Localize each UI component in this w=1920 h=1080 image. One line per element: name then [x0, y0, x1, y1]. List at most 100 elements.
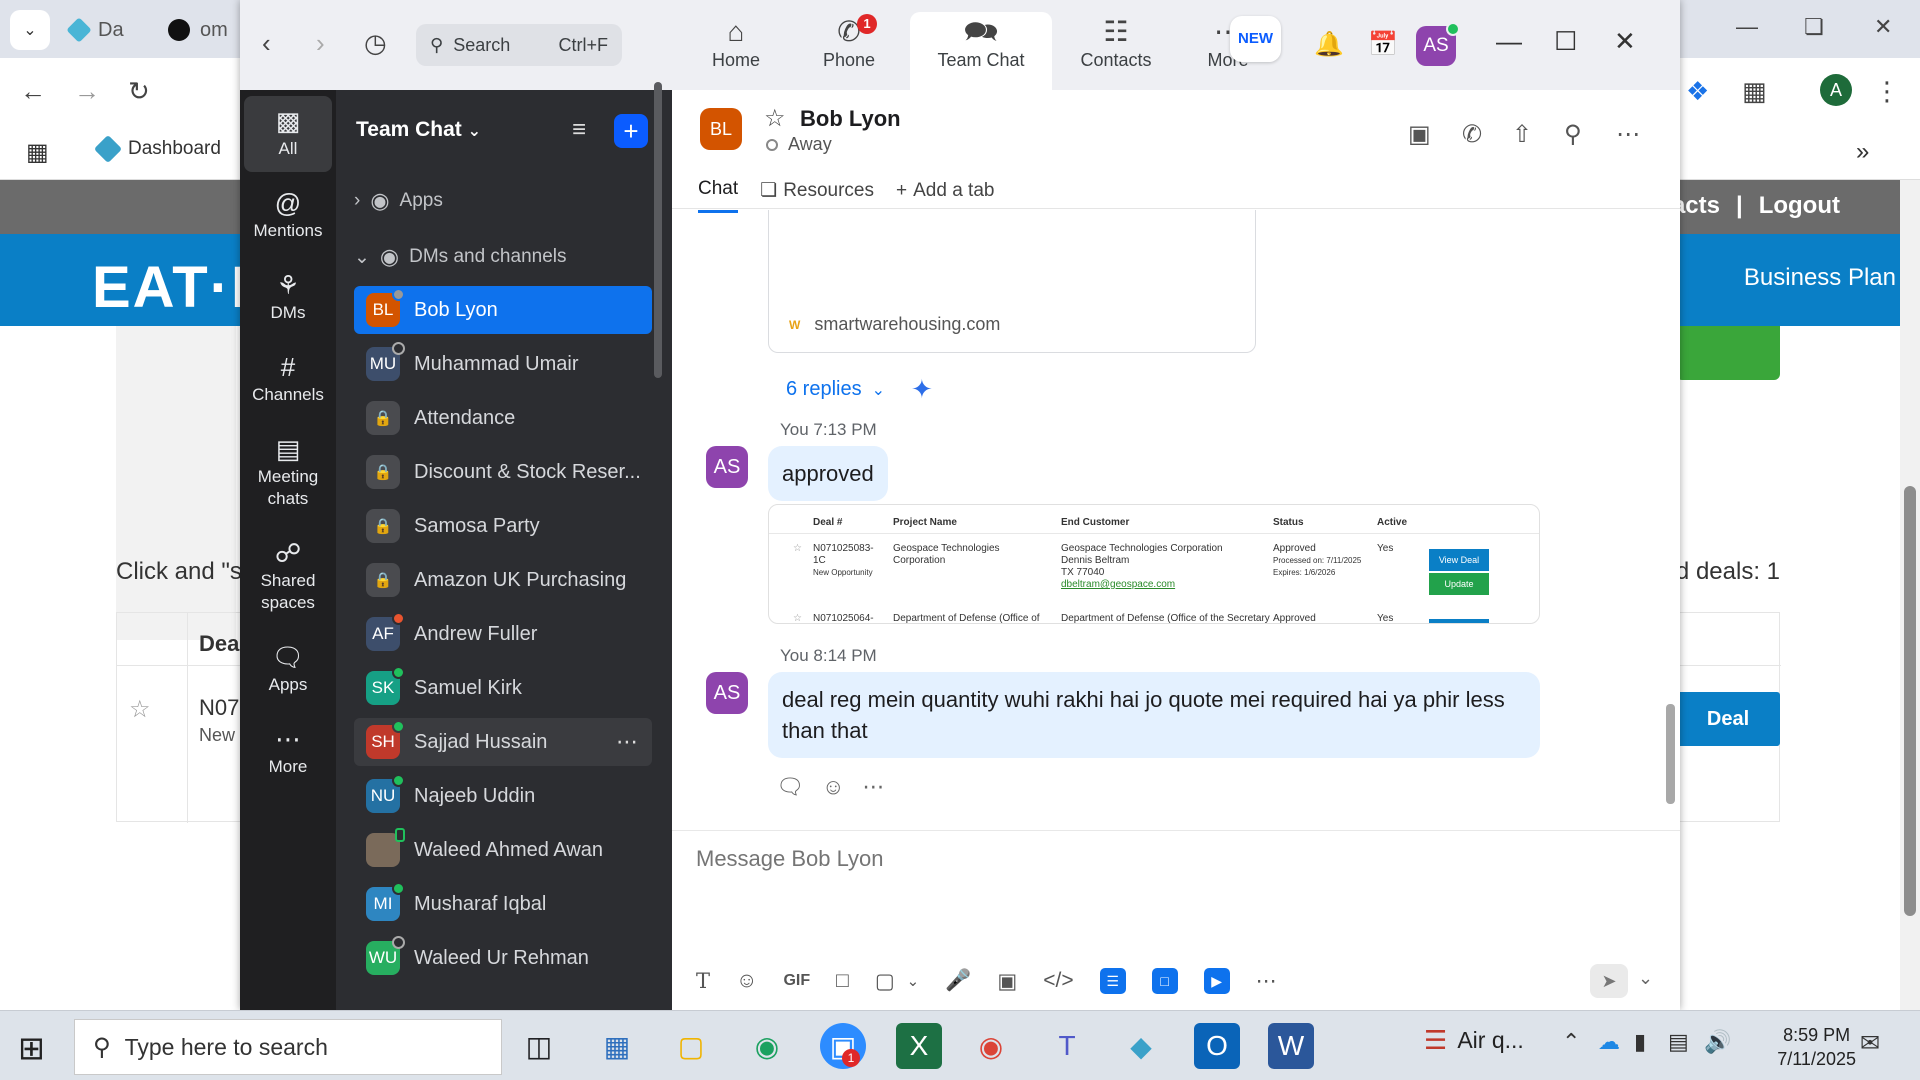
contact-avatar[interactable]: BL: [700, 108, 742, 150]
link-site[interactable]: W smartwarehousing.com: [789, 314, 1000, 335]
chevron-down-icon[interactable]: ⌄: [907, 972, 920, 990]
page-scrollbar-thumb[interactable]: [1904, 486, 1916, 916]
filter-icon[interactable]: ≡: [572, 116, 586, 144]
microphone-icon[interactable]: 🎤: [945, 969, 971, 993]
section-dms-and-channels[interactable]: ⌄ ◉ DMs and channels: [354, 244, 567, 270]
send-options-chevron-icon[interactable]: ⌄: [1638, 968, 1653, 989]
docs-app-icon[interactable]: ☰: [1099, 968, 1126, 994]
tab-more[interactable]: ⋯ NEW More: [1172, 12, 1284, 90]
channel-item-discount-stock[interactable]: 🔒 Discount & Stock Reser...: [354, 448, 652, 496]
gif-icon[interactable]: GIF: [783, 972, 810, 990]
edge-browser-icon[interactable]: ◉: [744, 1023, 790, 1069]
history-icon[interactable]: ◷: [364, 28, 387, 59]
phone-call-icon[interactable]: ✆: [1462, 120, 1482, 149]
channel-list-title[interactable]: Team Chat ⌄: [356, 118, 481, 142]
profile-avatar[interactable]: A: [1820, 74, 1852, 106]
more-options-icon[interactable]: ⋯: [1616, 120, 1640, 149]
reply-thread-icon[interactable]: 🗨: [776, 774, 804, 800]
logout-link[interactable]: Logout: [1759, 192, 1840, 220]
screen-share-icon[interactable]: ⇧: [1512, 120, 1532, 149]
minimize-icon[interactable]: —: [1496, 26, 1522, 57]
windows-start-icon[interactable]: ⊞: [18, 1029, 45, 1067]
onedrive-cloud-icon[interactable]: ☁: [1598, 1029, 1620, 1055]
browser-close-icon[interactable]: ✕: [1874, 14, 1892, 40]
rail-shared-spaces[interactable]: ☍ Shared spaces: [244, 528, 332, 614]
taskbar-clock[interactable]: 8:59 PM 7/11/2025: [1777, 1023, 1856, 1071]
channel-item-sajjad-hussain[interactable]: SH Sajjad Hussain ⋯: [354, 718, 652, 766]
video-camera-icon[interactable]: ▣: [1408, 120, 1431, 149]
message-avatar[interactable]: AS: [706, 672, 748, 714]
tab-home[interactable]: ⌂ Home: [680, 12, 792, 90]
browser-restore-icon[interactable]: ❏: [1804, 14, 1824, 40]
business-plan-link[interactable]: Business Plan: [1744, 264, 1896, 292]
thread-replies-link[interactable]: 6 replies ⌄ ✦: [786, 374, 933, 405]
star-icon[interactable]: ☆: [764, 104, 786, 133]
chrome-icon[interactable]: ◉: [968, 1023, 1014, 1069]
video-message-icon[interactable]: ▣: [997, 969, 1017, 994]
attachment-screenshot-image[interactable]: Deal # Project Name End Customer Status …: [768, 504, 1540, 624]
more-options-icon[interactable]: ⋯: [616, 729, 638, 755]
code-snippet-icon[interactable]: </>: [1043, 969, 1073, 993]
star-icon[interactable]: ☆: [129, 695, 151, 724]
send-icon[interactable]: ➤: [1590, 964, 1628, 998]
channel-list-scrollbar[interactable]: [654, 82, 662, 378]
screenshot-icon[interactable]: ▢: [875, 969, 895, 994]
word-icon[interactable]: W: [1268, 1023, 1314, 1069]
ai-sparkle-icon[interactable]: ✦: [911, 374, 933, 405]
forward-chevron-icon[interactable]: ›: [316, 28, 325, 59]
zoom-app-icon[interactable]: ▶: [1203, 968, 1230, 994]
section-apps[interactable]: › ◉ Apps: [354, 188, 443, 214]
close-icon[interactable]: ✕: [1614, 26, 1636, 57]
channel-item-waleed-ur-rehman[interactable]: WU Waleed Ur Rehman: [354, 934, 652, 982]
rail-meeting-chats[interactable]: ▤ Meeting chats: [244, 424, 332, 510]
webpage-green-button[interactable]: [1676, 326, 1780, 380]
outlook-icon[interactable]: O: [1194, 1023, 1240, 1069]
back-chevron-icon[interactable]: ‹: [262, 28, 271, 59]
notifications-icon[interactable]: ✉: [1860, 1029, 1880, 1058]
taskbar-search-box[interactable]: ⚲ Type here to search: [74, 1019, 502, 1075]
battery-icon[interactable]: ▮: [1634, 1029, 1646, 1055]
bookmark-dashboard[interactable]: Dashboard: [93, 134, 221, 164]
channel-item-attendance[interactable]: 🔒 Attendance: [354, 394, 652, 442]
rail-all[interactable]: ▩ All: [244, 96, 332, 172]
link-preview-card[interactable]: W smartwarehousing.com: [768, 210, 1256, 353]
new-chat-plus-icon[interactable]: +: [614, 114, 648, 148]
emoji-icon[interactable]: ☺: [736, 969, 757, 993]
diamond-app-icon[interactable]: ◆: [1118, 1023, 1164, 1069]
channel-item-bob-lyon[interactable]: BL Bob Lyon: [354, 286, 652, 334]
more-tools-icon[interactable]: ⋯: [1256, 969, 1277, 994]
apps-grid-icon[interactable]: ▦: [26, 138, 49, 167]
more-bookmarks-icon[interactable]: »: [1856, 138, 1869, 166]
back-arrow-icon[interactable]: ←: [20, 76, 46, 107]
calculator-icon[interactable]: ▦: [594, 1023, 640, 1069]
whiteboard-app-icon[interactable]: □: [1151, 968, 1178, 994]
channel-item-musharaf-iqbal[interactable]: MI Musharaf Iqbal: [354, 880, 652, 928]
channel-item-samuel-kirk[interactable]: SK Samuel Kirk: [354, 664, 652, 712]
reload-icon[interactable]: ↻: [128, 76, 150, 107]
zoom-search-box[interactable]: ⚲ Search Ctrl+F: [416, 24, 622, 66]
excel-icon[interactable]: X: [896, 1023, 942, 1069]
contact-name[interactable]: Bob Lyon: [800, 106, 901, 132]
page-scrollbar[interactable]: [1900, 180, 1920, 1010]
calendar-icon[interactable]: 📅: [1368, 30, 1398, 59]
bell-icon[interactable]: 🔔: [1314, 30, 1344, 59]
channel-item-najeeb-uddin[interactable]: NU Najeeb Uddin: [354, 772, 652, 820]
add-reaction-icon[interactable]: ☺: [822, 774, 844, 800]
file-icon[interactable]: □: [836, 969, 849, 993]
extensions-puzzle-icon[interactable]: ▦: [1742, 76, 1767, 107]
view-deal-button[interactable]: Deal: [1676, 692, 1780, 746]
tab-contacts[interactable]: ☷ Contacts: [1060, 12, 1172, 90]
teams-icon[interactable]: T: [1044, 1023, 1090, 1069]
message-bubble[interactable]: approved: [768, 446, 888, 501]
text-format-icon[interactable]: T: [696, 969, 710, 993]
tab-search-chevron-icon[interactable]: ⌄: [10, 10, 50, 50]
task-view-icon[interactable]: ◫: [516, 1023, 562, 1069]
search-icon[interactable]: ⚲: [1564, 120, 1582, 149]
channel-item-samosa-party[interactable]: 🔒 Samosa Party: [354, 502, 652, 550]
browser-tab-om[interactable]: om: [168, 12, 228, 48]
rail-dms[interactable]: ⚘ DMs: [244, 260, 332, 324]
channel-item-amazon-uk[interactable]: 🔒 Amazon UK Purchasing: [354, 556, 652, 604]
message-bubble[interactable]: deal reg mein quantity wuhi rakhi hai jo…: [768, 672, 1540, 758]
file-explorer-icon[interactable]: ▢: [668, 1023, 714, 1069]
browser-menu-icon[interactable]: ⋮: [1874, 76, 1900, 107]
